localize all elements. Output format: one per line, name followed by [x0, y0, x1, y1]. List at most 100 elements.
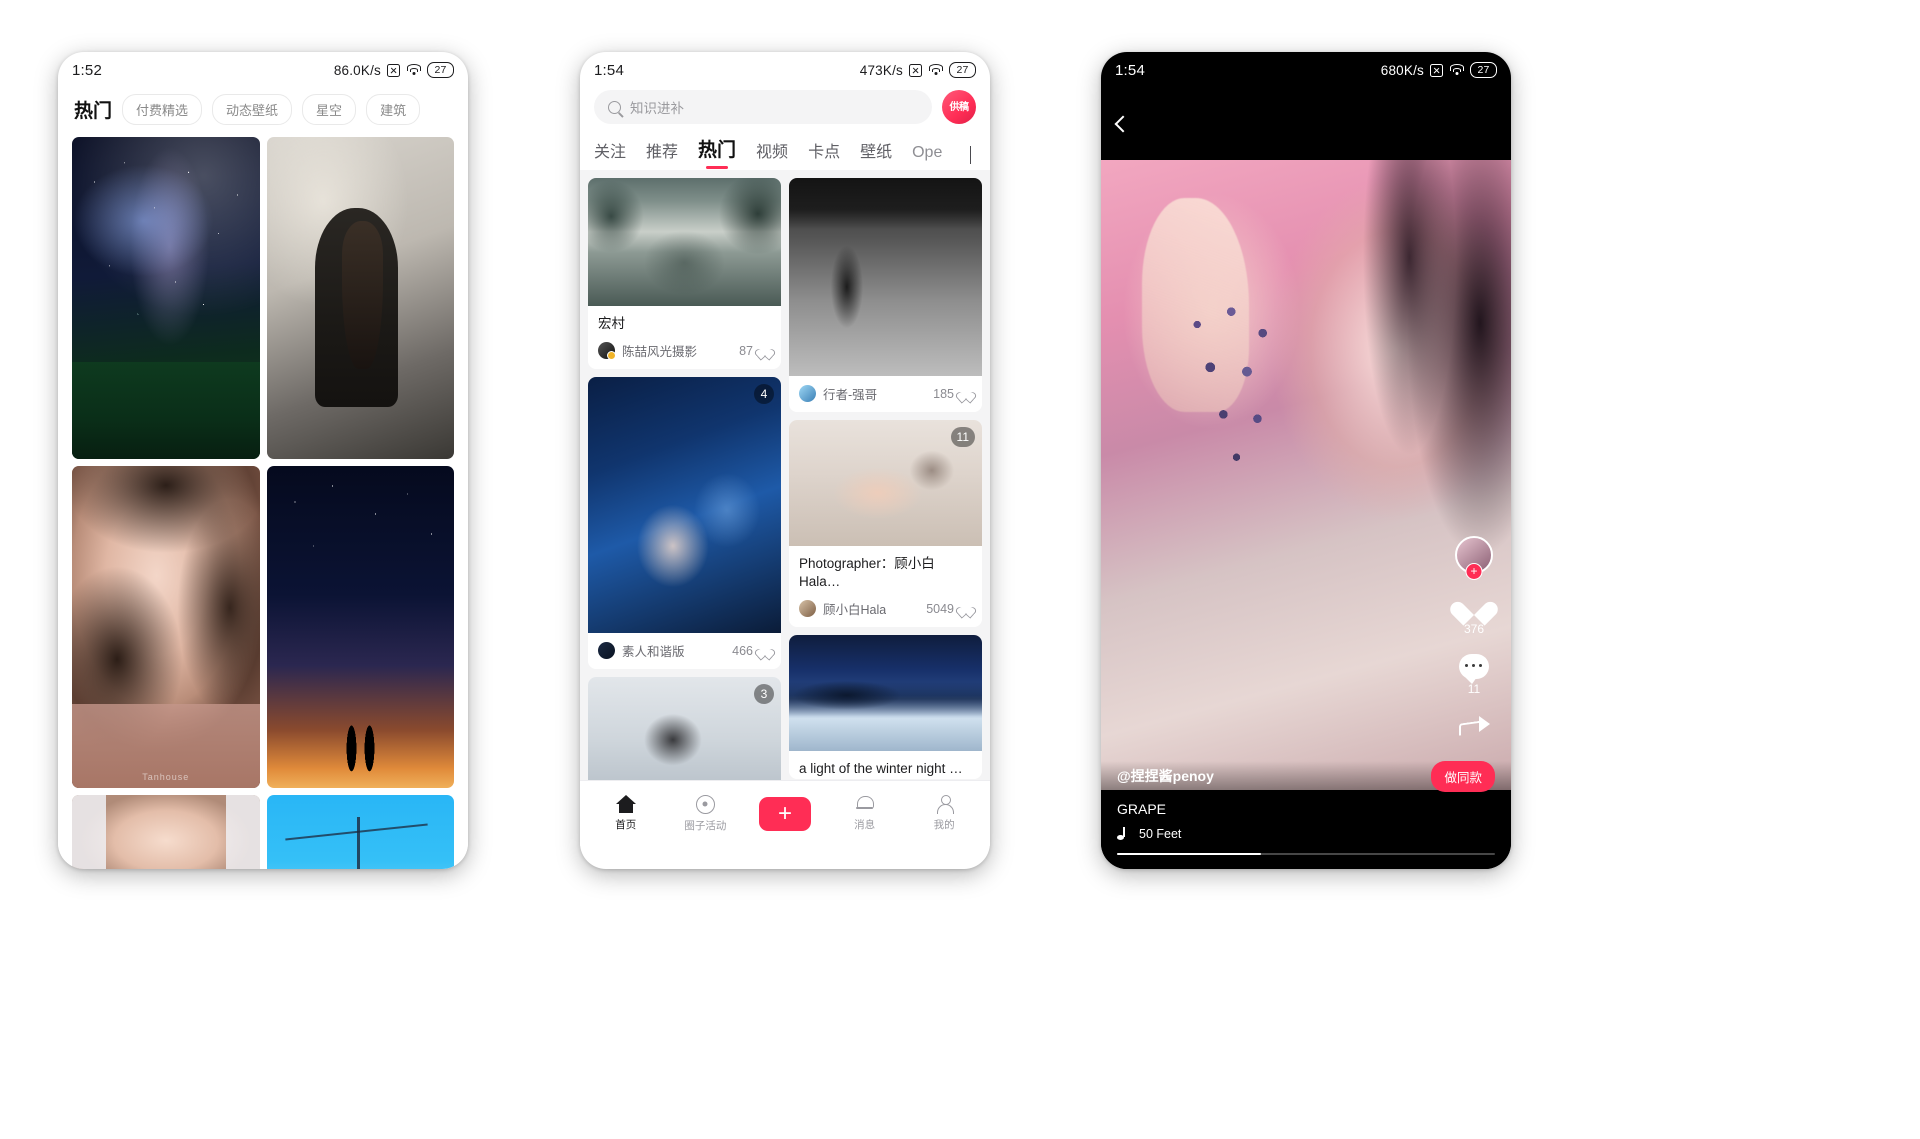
- feed-card[interactable]: 行者-强哥 185: [789, 178, 982, 412]
- tab-wallpaper[interactable]: 壁纸: [860, 138, 892, 170]
- submit-contribution-button[interactable]: 供稿: [942, 90, 976, 124]
- share-icon[interactable]: [1459, 714, 1490, 739]
- card-image[interactable]: [789, 178, 982, 376]
- tab-recommend[interactable]: 推荐: [646, 138, 678, 170]
- tab-video[interactable]: 视频: [756, 138, 788, 170]
- battery-icon: 27: [1470, 62, 1497, 78]
- card-title: 宏村: [598, 316, 625, 331]
- wifi-icon: [928, 64, 943, 76]
- wallpaper-tile[interactable]: Tanhouse: [72, 466, 260, 788]
- like-group[interactable]: 5049: [926, 602, 972, 616]
- feed-header: 知识进补 供稿 关注 推荐 热门 视频 卡点 壁纸 Ope: [580, 88, 990, 170]
- image-count-badge: 3: [754, 684, 774, 705]
- video-frame[interactable]: [1101, 160, 1511, 790]
- bottom-nav-bar: 首页 圈子活动 + 消息 我的: [580, 780, 990, 846]
- creator-username[interactable]: @捏捏酱penoy: [1117, 766, 1214, 786]
- tab-hot[interactable]: 热门: [698, 135, 736, 170]
- no-sim-icon: [387, 63, 400, 77]
- tab-open[interactable]: Ope: [912, 144, 942, 170]
- wallpaper-tile[interactable]: [266, 466, 454, 788]
- heart-icon[interactable]: [759, 645, 771, 656]
- wallpaper-tile[interactable]: [266, 137, 454, 459]
- like-group[interactable]: 185: [933, 387, 972, 401]
- wallpaper-tile[interactable]: [72, 137, 260, 459]
- card-image[interactable]: 3: [588, 677, 781, 780]
- card-image[interactable]: 11: [789, 420, 982, 546]
- network-speed: 86.0K/s: [333, 62, 381, 78]
- avatar[interactable]: [598, 342, 616, 361]
- avatar[interactable]: [799, 600, 816, 618]
- like-group[interactable]: 466: [732, 644, 771, 658]
- card-meta: 行者-强哥 185: [789, 376, 982, 412]
- wifi-icon: [406, 64, 421, 76]
- card-meta: 陈喆风光摄影 87: [588, 333, 781, 369]
- image-count-badge: 11: [950, 427, 975, 447]
- status-time: 1:52: [72, 61, 102, 79]
- circle-activity-icon: [695, 794, 715, 814]
- chip-paid-selection[interactable]: 付费精选: [122, 94, 203, 125]
- feed-card[interactable]: 11 Photographer：顾小白Hala… 顾小白Hala 5049: [789, 420, 982, 628]
- comment-icon[interactable]: [1459, 654, 1489, 684]
- card-image[interactable]: 4: [588, 377, 781, 634]
- comment-count: 11: [1467, 682, 1481, 696]
- tab-follow[interactable]: 关注: [594, 138, 626, 170]
- nav-create[interactable]: +: [752, 796, 818, 831]
- nav-messages[interactable]: 消息: [832, 795, 898, 832]
- avatar[interactable]: [598, 642, 615, 660]
- tile-watermark: Tanhouse: [142, 772, 190, 782]
- status-right: 473K/s 27: [860, 62, 976, 78]
- feed-tab-bar: 关注 推荐 热门 视频 卡点 壁纸 Ope: [594, 124, 976, 170]
- card-title: Photographer：顾小白Hala…: [799, 556, 935, 590]
- author-name[interactable]: 素人和谐版: [622, 641, 685, 660]
- feed-card[interactable]: 宏村 陈喆风光摄影 87: [588, 178, 781, 370]
- expand-tabs-icon[interactable]: [964, 146, 976, 164]
- back-button[interactable]: [1101, 88, 1511, 160]
- like-action[interactable]: 376: [1459, 592, 1489, 636]
- avatar[interactable]: [799, 385, 816, 402]
- nav-home[interactable]: 首页: [593, 795, 659, 832]
- plus-icon[interactable]: +: [758, 796, 811, 831]
- chip-architecture[interactable]: 建筑: [366, 94, 421, 125]
- nav-circle-activity[interactable]: 圈子活动: [672, 794, 738, 833]
- make-same-button[interactable]: 做同款: [1431, 760, 1495, 792]
- tab-hot[interactable]: 热门: [74, 96, 112, 123]
- video-stage[interactable]: + 376 11 @捏捏酱penoy 做同款 GRAPE 50 Feet: [1101, 160, 1511, 869]
- wifi-icon: [1449, 64, 1464, 76]
- follow-button[interactable]: +: [1465, 563, 1483, 580]
- status-right: 680K/s 27: [1381, 62, 1497, 78]
- search-input[interactable]: 知识进补: [594, 90, 932, 124]
- comment-action[interactable]: 11: [1459, 654, 1489, 696]
- chip-starry-sky[interactable]: 星空: [302, 94, 357, 125]
- nav-profile[interactable]: 我的: [911, 795, 977, 832]
- heart-icon[interactable]: [960, 603, 972, 614]
- search-placeholder: 知识进补: [630, 101, 684, 116]
- network-speed: 680K/s: [1380, 62, 1424, 78]
- card-image[interactable]: [588, 178, 781, 306]
- author-name[interactable]: 行者-强哥: [823, 384, 877, 403]
- creator-avatar[interactable]: +: [1455, 536, 1493, 580]
- feed-card[interactable]: a light of the winter night …: [789, 635, 982, 779]
- video-progress-bar[interactable]: [1117, 852, 1495, 855]
- heart-icon[interactable]: [960, 388, 972, 399]
- music-note-icon: [1117, 826, 1131, 841]
- heart-icon[interactable]: [1459, 592, 1489, 619]
- music-name: 50 Feet: [1139, 826, 1182, 841]
- chip-live-wallpaper[interactable]: 动态壁纸: [212, 94, 293, 125]
- like-group[interactable]: 87: [739, 344, 771, 358]
- card-meta: 素人和谐版 466: [588, 633, 781, 669]
- feed-card[interactable]: 4 素人和谐版 466: [588, 377, 781, 670]
- status-time: 1:54: [1115, 61, 1145, 79]
- status-bar: 1:54 473K/s 27: [580, 52, 990, 88]
- home-icon: [615, 795, 636, 813]
- author-name[interactable]: 顾小白Hala: [823, 599, 886, 618]
- wallpaper-tile[interactable]: [72, 795, 260, 869]
- card-image[interactable]: [789, 635, 982, 752]
- wallpaper-tile[interactable]: [266, 795, 454, 869]
- feed-card[interactable]: 3: [588, 677, 781, 780]
- tab-beat[interactable]: 卡点: [808, 138, 840, 170]
- like-count: 376: [1463, 622, 1485, 636]
- author-name[interactable]: 陈喆风光摄影: [622, 341, 697, 360]
- heart-icon[interactable]: [759, 345, 771, 356]
- music-row[interactable]: 50 Feet: [1117, 826, 1495, 841]
- share-action[interactable]: [1459, 714, 1490, 739]
